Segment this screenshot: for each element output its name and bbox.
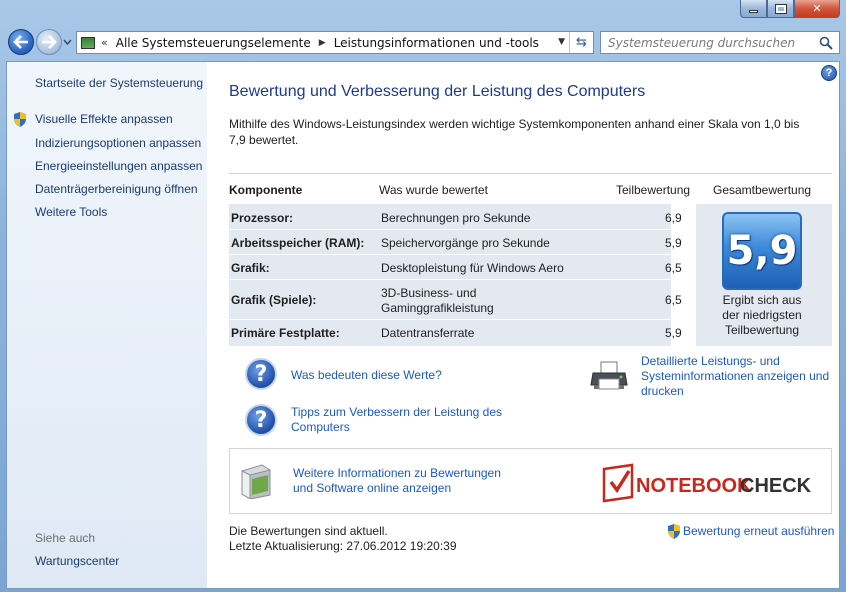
maximize-button[interactable]: [767, 0, 794, 18]
sidebar-item-indexing[interactable]: Indizierungsoptionen anpassen: [35, 136, 201, 150]
window-frame: ✕ « Alle Systemsteuerungselemente ▶ Leis…: [0, 0, 846, 592]
help-icon[interactable]: ?: [821, 65, 837, 81]
status-text: Die Bewertungen sind aktuell. Letzte Akt…: [229, 524, 457, 554]
base-score-caption: Ergibt sich aus der niedrigsten Teilbewe…: [712, 293, 812, 338]
sidebar-item-visual-effects[interactable]: Visuelle Effekte anpassen: [35, 112, 173, 126]
meaning-link[interactable]: Was bedeuten diese Werte?: [291, 368, 442, 383]
header-base-score: Gesamtbewertung: [713, 183, 812, 197]
sidebar-item-power[interactable]: Energieeinstellungen anpassen: [35, 159, 202, 173]
close-button[interactable]: ✕: [794, 0, 840, 18]
see-also-heading: Siehe auch: [35, 531, 96, 545]
details-link-line[interactable]: drucken: [641, 384, 829, 399]
refresh-icon: ⇆: [576, 35, 587, 50]
header-component: Komponente: [229, 183, 303, 197]
row-component: Prozessor:: [231, 211, 294, 225]
back-button[interactable]: [8, 29, 34, 55]
question-icon: ?: [245, 358, 277, 390]
status-line: Die Bewertungen sind aktuell.: [229, 524, 388, 538]
row-what: Speichervorgänge pro Sekunde: [381, 236, 550, 250]
rerun-label[interactable]: Bewertung erneut ausführen: [683, 524, 834, 538]
recent-pages-dropdown[interactable]: [63, 37, 72, 46]
address-dropdown-icon[interactable]: ▼: [558, 37, 565, 47]
printer-icon: [590, 361, 628, 390]
details-link-line[interactable]: Systeminformationen anzeigen und: [641, 369, 829, 384]
notebookcheck-logo: NOTEBOOK CHECK: [602, 463, 812, 503]
rerun-assessment-link[interactable]: Bewertung erneut ausführen: [667, 524, 834, 540]
maximize-icon: [774, 3, 787, 14]
address-overflow-chevron[interactable]: «: [101, 36, 108, 49]
intro-text: Mithilfe des Windows-Leistungsindex werd…: [229, 117, 800, 147]
tips-link-line[interactable]: Tipps zum Verbessern der Leistung des: [291, 405, 502, 420]
software-box-icon: [241, 464, 271, 499]
minimize-button[interactable]: [740, 0, 767, 18]
close-icon: ✕: [812, 2, 822, 15]
row-what: Desktopleistung für Windows Aero: [381, 261, 564, 275]
caption-line: der niedrigsten: [722, 308, 802, 322]
row-component: Primäre Festplatte:: [231, 326, 340, 340]
sidebar: Startseite der Systemsteuerung Visuelle …: [7, 62, 207, 588]
details-link[interactable]: Detaillierte Leistungs- und Systeminform…: [641, 354, 829, 399]
subscore-column: [671, 204, 696, 346]
row-score: 5,9: [665, 326, 682, 340]
row-what-line1: 3D-Business- und: [381, 286, 477, 300]
refresh-button[interactable]: ⇆: [569, 32, 593, 53]
arrow-right-icon: [42, 35, 57, 49]
caption-line: Teilbewertung: [724, 323, 800, 337]
row-component: Grafik:: [231, 261, 270, 275]
search-icon[interactable]: [819, 36, 833, 50]
row-component: Arbeitsspeicher (RAM):: [231, 236, 365, 250]
logo-text-check: CHECK: [740, 475, 812, 497]
row-divider: [229, 254, 691, 255]
last-updated: Letzte Aktualisierung: 27.06.2012 19:20:…: [229, 539, 457, 553]
caption-line: Ergibt sich aus: [722, 293, 802, 307]
breadcrumb-performance[interactable]: Leistungsinformationen und -tools: [334, 36, 539, 50]
details-link-line[interactable]: Detaillierte Leistungs- und: [641, 354, 829, 369]
row-what: Berechnungen pro Sekunde: [381, 211, 531, 225]
row-divider: [229, 279, 691, 280]
row-divider: [229, 229, 691, 230]
table-header: Komponente Was wurde bewertet Teilbewert…: [229, 173, 832, 203]
uac-shield-icon: [14, 112, 26, 127]
page-title: Bewertung und Verbesserung der Leistung …: [229, 83, 646, 100]
uac-shield-icon: [668, 524, 680, 540]
sidebar-item-action-center[interactable]: Wartungscenter: [35, 554, 119, 568]
breadcrumb-all-items[interactable]: Alle Systemsteuerungselemente: [116, 36, 311, 50]
forward-button[interactable]: [36, 29, 62, 55]
sidebar-item-home[interactable]: Startseite der Systemsteuerung: [35, 76, 203, 90]
header-what: Was wurde bewertet: [379, 183, 488, 197]
row-what: Datentransferrate: [381, 326, 475, 340]
row-component: Grafik (Spiele):: [231, 293, 317, 307]
main-panel: ? Bewertung und Verbesserung der Leistun…: [207, 62, 839, 588]
logo-text-notebook: NOTEBOOK: [636, 475, 752, 497]
online-info-link-line[interactable]: und Software online anzeigen: [293, 481, 501, 496]
caption-buttons: ✕: [740, 0, 840, 18]
minimize-icon: [749, 10, 758, 13]
row-score: 6,5: [665, 293, 682, 307]
content-area: Startseite der Systemsteuerung Visuelle …: [6, 61, 840, 589]
address-bar[interactable]: « Alle Systemsteuerungselemente ▶ Leistu…: [76, 31, 594, 54]
row-score: 6,9: [665, 211, 682, 225]
online-info-box: Weitere Informationen zu Bewertungen und…: [229, 448, 832, 514]
sidebar-item-disk-cleanup[interactable]: Datenträgerbereinigung öffnen: [35, 182, 198, 196]
question-icon: ?: [245, 404, 277, 436]
search-box[interactable]: Systemsteuerung durchsuchen: [600, 31, 840, 54]
base-score-tile: 5,9: [722, 212, 802, 290]
control-panel-icon: [81, 36, 95, 49]
online-info-link[interactable]: Weitere Informationen zu Bewertungen und…: [293, 466, 501, 496]
online-info-link-line[interactable]: Weitere Informationen zu Bewertungen: [293, 466, 501, 481]
tips-link-line[interactable]: Computers: [291, 420, 502, 435]
header-subscore: Teilbewertung: [616, 183, 691, 197]
breadcrumb-arrow-icon[interactable]: ▶: [319, 38, 326, 48]
tips-link[interactable]: Tipps zum Verbessern der Leistung des Co…: [291, 405, 502, 435]
search-input[interactable]: Systemsteuerung durchsuchen: [608, 36, 795, 50]
row-score: 5,9: [665, 236, 682, 250]
row-what-line2: Gaminggrafikleistung: [381, 301, 494, 315]
sidebar-item-more-tools[interactable]: Weitere Tools: [35, 205, 107, 219]
table-row: Grafik (Spiele): 3D-Business- und Gaming…: [229, 286, 693, 318]
arrow-left-icon: [13, 35, 28, 49]
row-divider: [229, 319, 691, 320]
row-score: 6,5: [665, 261, 682, 275]
